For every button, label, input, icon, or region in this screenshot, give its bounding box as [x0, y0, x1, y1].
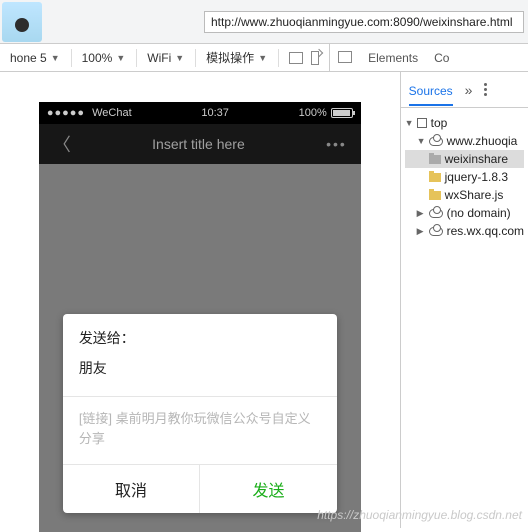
file-icon [429, 155, 441, 164]
chevron-down-icon: ▼ [51, 53, 60, 63]
tree-row-file[interactable]: jquery-1.8.3 [405, 168, 524, 186]
send-to-label: 发送给： [79, 328, 321, 348]
watermark: https://zhuoqianmingyue.blog.csdn.net [317, 508, 522, 522]
frame-icon [417, 118, 427, 128]
devtools-panel: Sources » ▼top ▼www.zhuoqia weixinshare … [400, 72, 528, 528]
tab-sources[interactable]: Sources [409, 84, 453, 106]
phone-navbar: 〈 Insert title here ••• [39, 124, 361, 164]
tree-row-domain[interactable]: ▶res.wx.qq.com [405, 222, 524, 240]
battery-icon [331, 108, 353, 118]
devtools-tabs: Elements Co [329, 44, 459, 72]
chevron-down-icon: ▼ [116, 53, 125, 63]
file-icon [429, 173, 441, 182]
carrier-label: WeChat [92, 107, 132, 119]
device-select[interactable]: hone 5 ▼ [0, 51, 71, 65]
recipient-label: 朋友 [79, 358, 321, 390]
dock-icon[interactable] [289, 52, 303, 64]
device-toolbar: hone 5▼ 100%▼ WiFi▼ 模拟操作▼ Elements Co [0, 44, 528, 72]
page-title: Insert title here [152, 136, 245, 152]
signal-icon: ●●●●● [47, 107, 85, 119]
mode-select[interactable]: 模拟操作 ▼ [196, 49, 278, 66]
tree-label: www.zhuoqia [447, 134, 518, 148]
tab-console[interactable]: Co [434, 51, 449, 65]
phone-preview-wrap: ●●●●● WeChat 10:37 100% 〈 Insert title h… [0, 72, 400, 528]
send-button[interactable]: 发送 [200, 465, 337, 513]
chevron-down-icon: ▼ [258, 53, 267, 63]
more-tabs-icon[interactable]: » [465, 82, 473, 98]
tree-label: wxShare.js [445, 188, 504, 202]
time-label: 10:37 [201, 107, 229, 119]
tree-row-nodomain[interactable]: ▶(no domain) [405, 204, 524, 222]
battery-label: 100% [299, 107, 327, 119]
url-input[interactable] [204, 11, 524, 33]
tree-row-top[interactable]: ▼top [405, 114, 524, 132]
tree-label: weixinshare [445, 152, 508, 166]
chevron-down-icon: ▼ [175, 53, 184, 63]
inspect-icon[interactable] [340, 53, 352, 63]
cloud-icon [429, 209, 443, 218]
tree-label: jquery-1.8.3 [445, 170, 508, 184]
tree-row-file[interactable]: weixinshare [405, 150, 524, 168]
tree-row-domain[interactable]: ▼www.zhuoqia [405, 132, 524, 150]
device-label: hone 5 [10, 51, 47, 65]
tree-label: top [431, 116, 448, 130]
tree-label: res.wx.qq.com [447, 224, 524, 238]
dialog-message: [链接] 桌前明月教你玩微信公众号自定义分享 [63, 397, 337, 464]
tab-elements[interactable]: Elements [368, 51, 418, 65]
file-icon [429, 191, 441, 200]
more-icon[interactable]: ••• [326, 136, 347, 152]
cloud-icon [429, 227, 443, 236]
share-dialog: 发送给： 朋友 [链接] 桌前明月教你玩微信公众号自定义分享 取消 发送 [63, 314, 337, 513]
phone-status-bar: ●●●●● WeChat 10:37 100% [39, 102, 361, 124]
mode-label: 模拟操作 [206, 49, 254, 66]
cancel-button[interactable]: 取消 [63, 465, 201, 513]
main-area: ●●●●● WeChat 10:37 100% 〈 Insert title h… [0, 72, 528, 528]
zoom-label: 100% [82, 51, 113, 65]
back-icon[interactable]: 〈 [53, 131, 71, 157]
cloud-icon [429, 137, 443, 146]
sources-tree: ▼top ▼www.zhuoqia weixinshare jquery-1.8… [401, 108, 528, 246]
zoom-select[interactable]: 100%▼ [72, 51, 137, 65]
rotate-icon[interactable] [311, 51, 319, 65]
phone-preview: ●●●●● WeChat 10:37 100% 〈 Insert title h… [39, 102, 361, 532]
network-label: WiFi [147, 51, 171, 65]
avatar [2, 2, 42, 42]
sources-header: Sources » [401, 72, 528, 108]
network-select[interactable]: WiFi ▼ [137, 51, 195, 65]
top-bar [0, 0, 528, 44]
phone-body: 发送给： 朋友 [链接] 桌前明月教你玩微信公众号自定义分享 取消 发送 [39, 164, 361, 532]
kebab-icon[interactable] [484, 83, 487, 96]
tree-label: (no domain) [447, 206, 511, 220]
tree-row-file[interactable]: wxShare.js [405, 186, 524, 204]
